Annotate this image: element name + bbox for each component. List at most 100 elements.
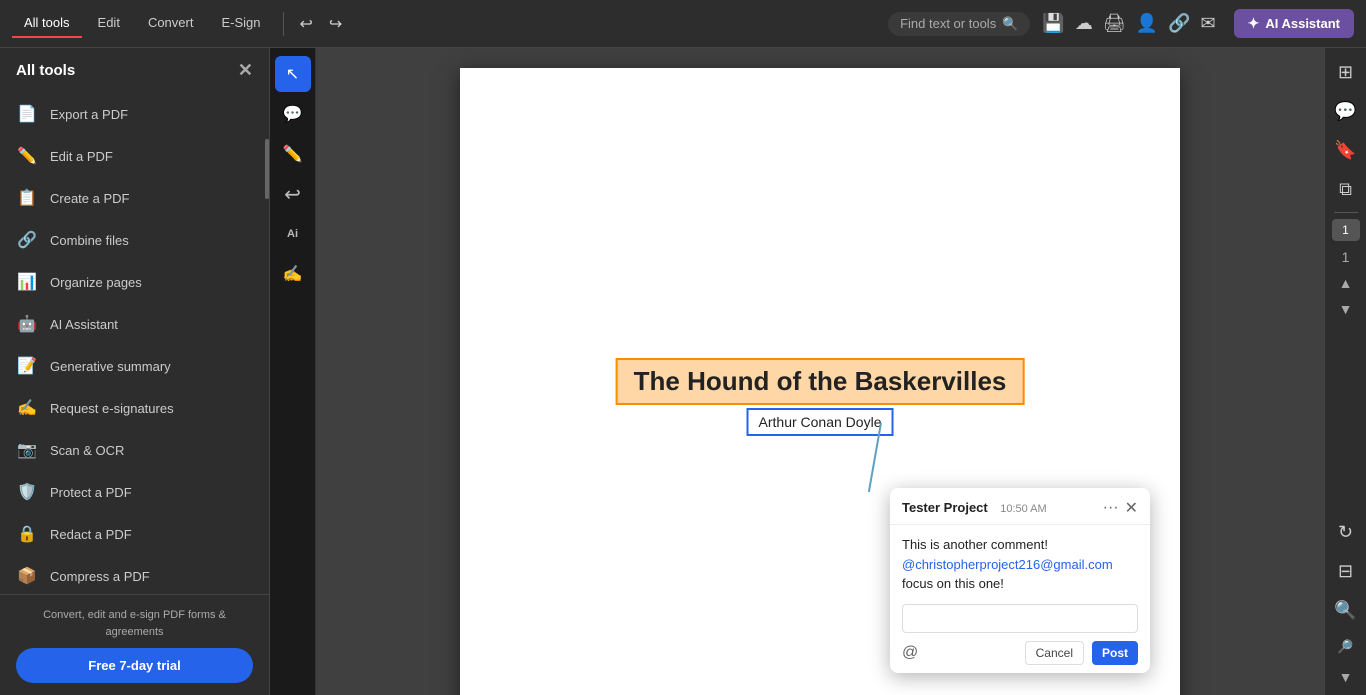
- search-icon: 🔍: [1002, 16, 1018, 32]
- sidebar-item-label-ai: AI Assistant: [50, 317, 118, 332]
- select-tool-button[interactable]: ↖: [275, 56, 311, 92]
- comment-user: Tester Project: [902, 500, 988, 515]
- nav-edit[interactable]: Edit: [86, 9, 132, 38]
- organize-icon: 📊: [16, 271, 38, 293]
- rp-zoom-in-icon[interactable]: 🔍: [1328, 594, 1362, 627]
- sidebar-item-edit-pdf[interactable]: ✏️ Edit a PDF: [0, 135, 269, 177]
- mail-icon[interactable]: ✉: [1201, 13, 1216, 34]
- rp-refresh-icon[interactable]: ↻: [1332, 516, 1359, 549]
- sidebar-item-ai-assistant[interactable]: 🤖 AI Assistant: [0, 303, 269, 345]
- main-area: All tools ✕ 📄 Export a PDF ✏️ Edit a PDF…: [0, 48, 1366, 695]
- sidebar-item-gen-summary[interactable]: 📝 Generative summary: [0, 345, 269, 387]
- rp-scroll-up-button[interactable]: ▲: [1337, 273, 1355, 293]
- right-panel: ⊞ 💬 🔖 ⧉ 1 1 ▲ ▼ ↻ ⊟ 🔍 🔎 ▼: [1324, 48, 1366, 695]
- pdf-page: The Hound of the Baskervilles Arthur Con…: [460, 68, 1180, 695]
- rp-page-num: 1: [1332, 219, 1360, 241]
- comment-textarea[interactable]: [902, 604, 1138, 633]
- sidebar-item-esignatures[interactable]: ✍️ Request e-signatures: [0, 387, 269, 429]
- sidebar-item-organize[interactable]: 📊 Organize pages: [0, 261, 269, 303]
- comment-footer-buttons: Cancel Post: [1025, 641, 1138, 665]
- draw-tool-icon: ✏️: [283, 144, 303, 164]
- sidebar-item-create-pdf[interactable]: 📋 Create a PDF: [0, 177, 269, 219]
- sidebar-item-label-create-pdf: Create a PDF: [50, 191, 129, 206]
- topbar: All tools Edit Convert E-Sign ↩ ↪ Find t…: [0, 0, 1366, 48]
- ai-assistant-button[interactable]: ✦ AI Assistant: [1234, 9, 1354, 38]
- sidebar-scroll-thumb[interactable]: [265, 139, 269, 199]
- save-icon[interactable]: 💾: [1042, 13, 1064, 34]
- comment-header: Tester Project 10:50 AM ··· ✕: [890, 488, 1150, 525]
- sidebar-item-export-pdf[interactable]: 📄 Export a PDF: [0, 93, 269, 135]
- ai-sparkle-icon: ✦: [1248, 15, 1260, 32]
- comment-close-button[interactable]: ✕: [1125, 498, 1138, 518]
- nav-all-tools[interactable]: All tools: [12, 9, 82, 38]
- comment-post-button[interactable]: Post: [1092, 641, 1138, 665]
- sidebar-item-label-edit-pdf: Edit a PDF: [50, 149, 113, 164]
- comment-cancel-button[interactable]: Cancel: [1025, 641, 1084, 665]
- link-icon[interactable]: 🔗: [1168, 13, 1190, 34]
- nav-convert[interactable]: Convert: [136, 9, 206, 38]
- pdf-title: The Hound of the Baskervilles: [616, 358, 1025, 405]
- rp-zoom-out-icon[interactable]: 🔎: [1331, 633, 1359, 661]
- sidebar-item-label-redact: Redact a PDF: [50, 527, 132, 542]
- print-icon[interactable]: 🖨: [1103, 13, 1126, 34]
- ai-assistant-icon: 🤖: [16, 313, 38, 335]
- comment-suffix: focus on this one!: [902, 576, 1004, 591]
- comment-time: 10:50 AM: [1000, 503, 1046, 515]
- sign-tool-icon: ✍: [283, 264, 303, 284]
- combine-icon: 🔗: [16, 229, 38, 251]
- tool-column: ↖ 💬 ✏️ ↩ Ai ✍: [270, 48, 316, 695]
- protect-icon: 🛡️: [16, 481, 38, 503]
- sidebar-item-scan-ocr[interactable]: 📷 Scan & OCR: [0, 429, 269, 471]
- edit-pdf-icon: ✏️: [16, 145, 38, 167]
- comment-mention: @christopherproject216@gmail.com: [902, 557, 1113, 572]
- sidebar-close-button[interactable]: ✕: [238, 60, 253, 81]
- trial-button[interactable]: Free 7-day trial: [16, 648, 253, 683]
- sidebar-item-protect[interactable]: 🛡️ Protect a PDF: [0, 471, 269, 513]
- comment-popup: Tester Project 10:50 AM ··· ✕ This is an…: [890, 488, 1150, 673]
- comment-actions: ··· ✕: [1103, 498, 1138, 518]
- gen-summary-icon: 📝: [16, 355, 38, 377]
- viewer-area: The Hound of the Baskervilles Arthur Con…: [316, 48, 1324, 695]
- export-pdf-icon: 📄: [16, 103, 38, 125]
- rp-divider: [1334, 212, 1358, 213]
- comment-tool-button[interactable]: 💬: [275, 96, 311, 132]
- curve-tool-button[interactable]: ↩: [275, 176, 311, 212]
- sidebar-item-combine[interactable]: 🔗 Combine files: [0, 219, 269, 261]
- cloud-icon[interactable]: ☁: [1075, 13, 1093, 34]
- sidebar-scroll-track: [263, 129, 269, 594]
- rp-thumbnail-icon[interactable]: ⊞: [1332, 56, 1359, 89]
- redact-icon: 🔒: [16, 523, 38, 545]
- rp-bookmark-icon[interactable]: 🔖: [1328, 134, 1362, 167]
- sidebar-item-redact[interactable]: 🔒 Redact a PDF: [0, 513, 269, 555]
- nav-esign[interactable]: E-Sign: [209, 9, 272, 38]
- sidebar-item-label-gen-summary: Generative summary: [50, 359, 171, 374]
- curve-tool-icon: ↩: [284, 182, 301, 207]
- search-bar[interactable]: Find text or tools 🔍: [888, 12, 1030, 36]
- sign-tool-button[interactable]: ✍: [275, 256, 311, 292]
- sidebar-item-label-combine: Combine files: [50, 233, 129, 248]
- user-icon[interactable]: 👤: [1136, 13, 1158, 34]
- comment-more-button[interactable]: ···: [1103, 499, 1119, 517]
- comment-at-button[interactable]: @: [902, 644, 918, 662]
- sidebar-header: All tools ✕: [0, 48, 269, 89]
- rp-page-settings-icon[interactable]: ⊟: [1332, 555, 1359, 588]
- rp-comment-icon[interactable]: 💬: [1328, 95, 1362, 128]
- undo-button[interactable]: ↩: [294, 10, 319, 38]
- select-tool-icon: ↖: [286, 64, 299, 84]
- rp-copy-icon[interactable]: ⧉: [1333, 173, 1358, 206]
- rp-bottom-arrow[interactable]: ▼: [1337, 667, 1355, 687]
- sidebar-item-compress[interactable]: 📦 Compress a PDF: [0, 555, 269, 594]
- draw-tool-button[interactable]: ✏️: [275, 136, 311, 172]
- create-pdf-icon: 📋: [16, 187, 38, 209]
- sidebar: All tools ✕ 📄 Export a PDF ✏️ Edit a PDF…: [0, 48, 270, 695]
- undo-redo-group: ↩ ↪: [294, 10, 349, 38]
- rp-scroll-down-button[interactable]: ▼: [1337, 299, 1355, 319]
- viewer-scroll[interactable]: The Hound of the Baskervilles Arthur Con…: [316, 48, 1324, 695]
- sidebar-title: All tools: [16, 62, 75, 79]
- ai-tool-icon: Ai: [287, 228, 298, 240]
- ai-tool-button[interactable]: Ai: [275, 216, 311, 252]
- sidebar-item-label-protect: Protect a PDF: [50, 485, 132, 500]
- sidebar-item-label-compress: Compress a PDF: [50, 569, 150, 584]
- rp-page-total: 1: [1340, 247, 1352, 267]
- redo-button[interactable]: ↪: [323, 10, 348, 38]
